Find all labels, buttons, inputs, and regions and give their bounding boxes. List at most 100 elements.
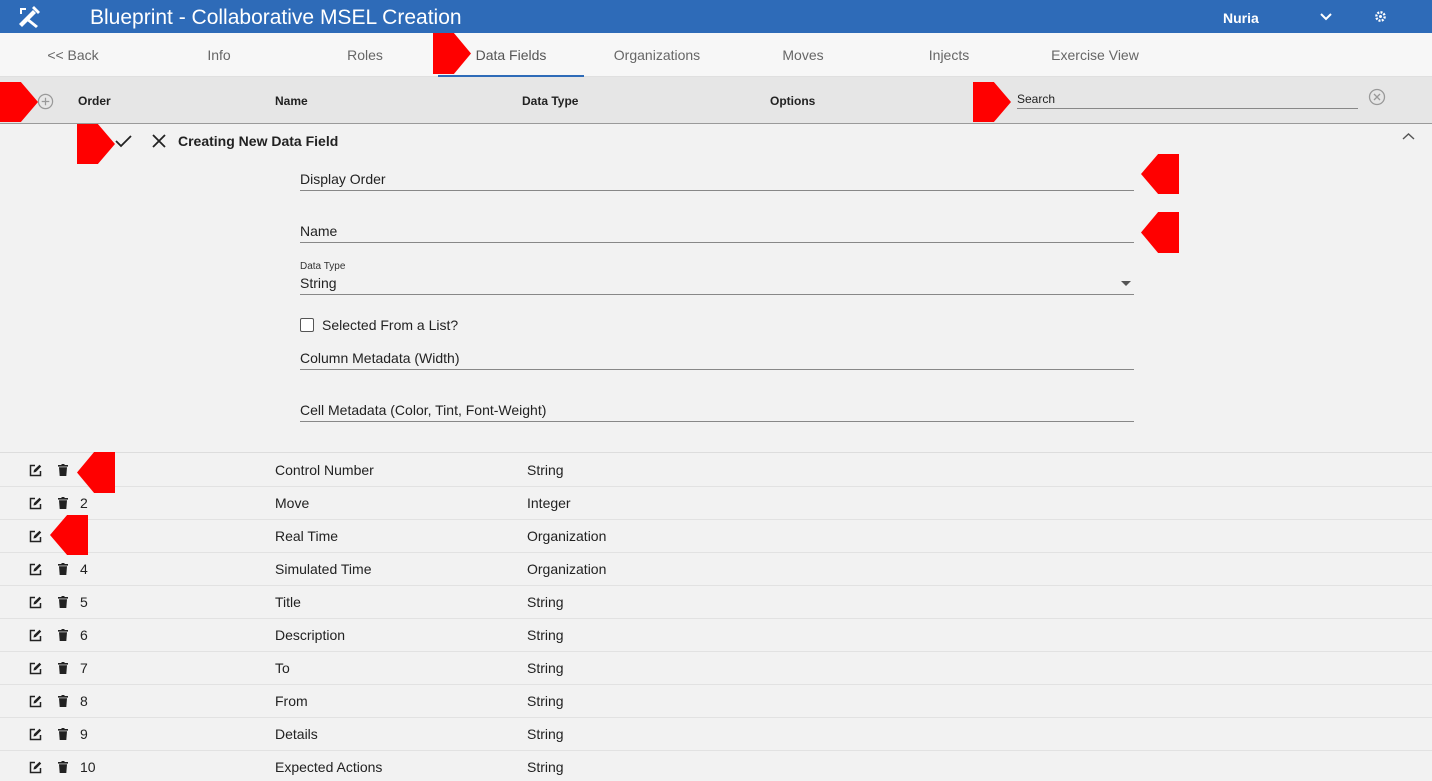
table-row[interactable]: 4 Simulated Time Organization xyxy=(0,553,1432,586)
tab-roles[interactable]: Roles xyxy=(292,33,438,77)
trash-icon[interactable] xyxy=(58,728,68,740)
edit-icon[interactable] xyxy=(29,728,42,741)
edit-icon[interactable] xyxy=(29,761,42,774)
display-order-field[interactable]: Display Order xyxy=(300,170,1134,191)
tab-bar: << Back Info Roles Data Fields Organizat… xyxy=(0,33,1432,77)
row-data-type: String xyxy=(527,693,564,709)
new-data-field-panel: Creating New Data Field Display Order Na… xyxy=(0,124,1432,453)
edit-icon[interactable] xyxy=(29,530,42,543)
table-row[interactable]: 9 Details String xyxy=(0,718,1432,751)
column-header-data-type[interactable]: Data Type xyxy=(522,94,578,108)
column-metadata-placeholder: Column Metadata (Width) xyxy=(300,350,460,366)
data-type-value: String xyxy=(300,275,337,291)
row-data-type: String xyxy=(527,462,564,478)
row-order: 2 xyxy=(80,495,88,511)
row-data-type: Organization xyxy=(527,528,607,544)
add-circle-icon[interactable] xyxy=(37,93,54,110)
table-row[interactable]: 6 Description String xyxy=(0,619,1432,652)
row-order: 6 xyxy=(80,627,88,643)
tab-back[interactable]: << Back xyxy=(0,33,146,77)
row-data-type: String xyxy=(527,759,564,775)
trash-icon[interactable] xyxy=(58,761,68,773)
table-row[interactable]: 10 Expected Actions String xyxy=(0,751,1432,781)
column-header-name[interactable]: Name xyxy=(275,94,308,108)
cell-metadata-field[interactable]: Cell Metadata (Color, Tint, Font-Weight) xyxy=(300,401,1134,422)
tab-exercise-view[interactable]: Exercise View xyxy=(1022,33,1168,77)
tab-injects[interactable]: Injects xyxy=(876,33,1022,77)
clear-search-icon[interactable] xyxy=(1368,88,1386,106)
trash-icon[interactable] xyxy=(58,464,68,476)
column-metadata-field[interactable]: Column Metadata (Width) xyxy=(300,349,1134,370)
row-data-type: Integer xyxy=(527,495,571,511)
trash-icon[interactable] xyxy=(58,563,68,575)
search-input[interactable] xyxy=(1017,89,1358,108)
row-name: From xyxy=(275,693,308,709)
from-list-label: Selected From a List? xyxy=(322,317,459,333)
row-order: 7 xyxy=(80,660,88,676)
trash-icon[interactable] xyxy=(58,629,68,641)
row-name: Simulated Time xyxy=(275,561,372,577)
row-name: Details xyxy=(275,726,318,742)
check-icon[interactable] xyxy=(115,134,132,148)
trash-icon[interactable] xyxy=(58,596,68,608)
row-name: Move xyxy=(275,495,310,511)
tab-info[interactable]: Info xyxy=(146,33,292,77)
chevron-up-icon[interactable] xyxy=(1402,132,1415,141)
tab-moves[interactable]: Moves xyxy=(730,33,876,77)
table-row[interactable]: 8 From String xyxy=(0,685,1432,718)
row-data-type: String xyxy=(527,660,564,676)
edit-icon[interactable] xyxy=(29,662,42,675)
app-header: Blueprint - Collaborative MSEL Creation … xyxy=(0,0,1432,33)
dropdown-arrow-icon xyxy=(1121,281,1131,286)
name-field[interactable]: Name xyxy=(300,222,1134,243)
search-field xyxy=(1017,89,1358,109)
row-order: 10 xyxy=(80,759,96,775)
trash-icon[interactable] xyxy=(58,695,68,707)
row-order: 8 xyxy=(80,693,88,709)
blueprint-logo-icon[interactable] xyxy=(16,4,42,30)
app-title: Blueprint - Collaborative MSEL Creation xyxy=(90,6,462,29)
gear-icon[interactable] xyxy=(1374,10,1387,23)
cell-metadata-placeholder: Cell Metadata (Color, Tint, Font-Weight) xyxy=(300,402,547,418)
edit-icon[interactable] xyxy=(29,497,42,510)
table-row[interactable]: Control Number String xyxy=(0,454,1432,487)
edit-icon[interactable] xyxy=(29,563,42,576)
table-row[interactable]: 2 Move Integer xyxy=(0,487,1432,520)
close-icon[interactable] xyxy=(152,134,166,148)
trash-icon[interactable] xyxy=(58,662,68,674)
row-order: 4 xyxy=(80,561,88,577)
table-header: Order Name Data Type Options xyxy=(0,77,1432,124)
edit-icon[interactable] xyxy=(29,629,42,642)
row-data-type: String xyxy=(527,726,564,742)
row-order: 5 xyxy=(80,594,88,610)
row-name: Control Number xyxy=(275,462,374,478)
tab-organizations[interactable]: Organizations xyxy=(584,33,730,77)
panel-title: Creating New Data Field xyxy=(178,133,339,149)
data-type-label: Data Type xyxy=(300,261,346,272)
column-header-options: Options xyxy=(770,94,816,108)
row-name: Description xyxy=(275,627,346,643)
table-row[interactable]: 7 To String xyxy=(0,652,1432,685)
column-header-order[interactable]: Order xyxy=(78,94,111,108)
edit-icon[interactable] xyxy=(29,464,42,477)
chevron-down-icon[interactable] xyxy=(1319,12,1333,22)
row-data-type: String xyxy=(527,627,564,643)
display-order-placeholder: Display Order xyxy=(300,171,386,187)
trash-icon[interactable] xyxy=(58,497,68,509)
row-name: Title xyxy=(275,594,301,610)
row-data-type: Organization xyxy=(527,561,607,577)
data-type-select[interactable]: String xyxy=(300,274,1134,295)
edit-icon[interactable] xyxy=(29,596,42,609)
name-placeholder: Name xyxy=(300,223,338,239)
table-row[interactable]: Real Time Organization xyxy=(0,520,1432,553)
edit-icon[interactable] xyxy=(29,695,42,708)
from-list-checkbox[interactable] xyxy=(300,318,314,332)
row-order: 9 xyxy=(80,726,88,742)
row-data-type: String xyxy=(527,594,564,610)
row-name: Real Time xyxy=(275,528,339,544)
row-name: To xyxy=(275,660,290,676)
data-fields-table: Control Number String 2 Move Integer Real Tim… xyxy=(0,454,1432,781)
row-name: Expected Actions xyxy=(275,759,383,775)
user-name[interactable]: Nuria xyxy=(1223,10,1259,26)
table-row[interactable]: 5 Title String xyxy=(0,586,1432,619)
